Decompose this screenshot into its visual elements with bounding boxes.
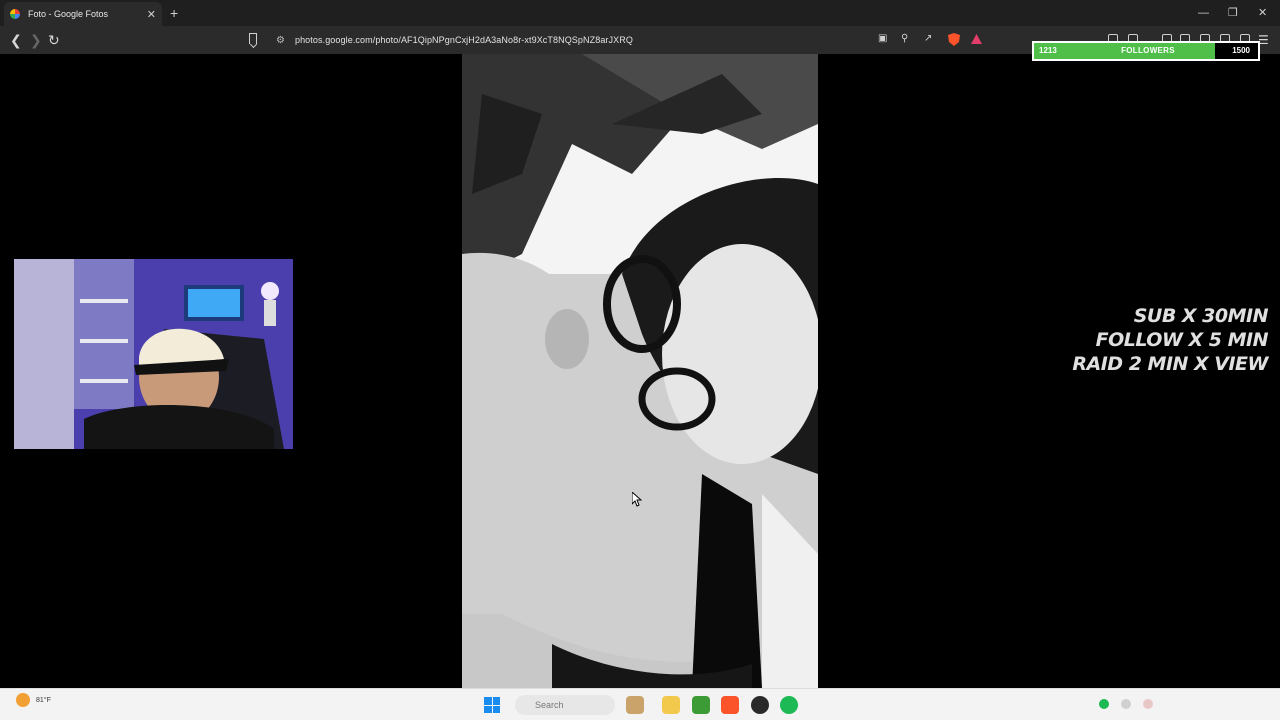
window-close-icon[interactable]: ✕: [1258, 4, 1267, 22]
tray-app-icon[interactable]: [1121, 699, 1131, 709]
webcam-image: [14, 259, 293, 449]
forward-icon[interactable]: ❯: [30, 31, 42, 49]
brave-shield-icon[interactable]: [948, 33, 960, 46]
minecraft-icon[interactable]: [692, 696, 710, 714]
tray-mic-icon[interactable]: [1143, 699, 1153, 709]
cast-icon[interactable]: ▣: [878, 32, 887, 46]
rule-raid: RAID 2 MIN X VIEW: [1072, 353, 1268, 375]
new-tab-button[interactable]: +: [170, 4, 178, 22]
obs-icon[interactable]: [751, 696, 769, 714]
brave-rewards-icon[interactable]: [971, 34, 982, 44]
tab-title: Foto - Google Fotos: [28, 9, 109, 19]
weather-widget[interactable]: 81°F: [16, 693, 51, 707]
tab-google-photos[interactable]: Foto - Google Fotos ✕: [4, 2, 162, 26]
restore-icon[interactable]: ❐: [1228, 4, 1238, 22]
screen: Foto - Google Fotos ✕ + — ❐ ✕ ❮ ❯ ↻ ⚙ ph…: [0, 0, 1280, 720]
site-settings-icon[interactable]: ⚙: [276, 35, 285, 46]
file-explorer-icon[interactable]: [662, 696, 680, 714]
weather-temp: 81°F: [36, 696, 51, 704]
subathon-rules: SUB X 30MIN FOLLOW X 5 MIN RAID 2 MIN X …: [1072, 304, 1268, 376]
taskbar: 81°F Search: [0, 688, 1280, 720]
weather-icon: [16, 693, 30, 707]
bookmark-icon[interactable]: [249, 33, 257, 44]
goal-label: FOLLOWERS: [1121, 46, 1175, 55]
brave-browser-icon[interactable]: [721, 696, 739, 714]
photo-viewer-image[interactable]: [462, 54, 818, 688]
rule-sub: SUB X 30MIN: [1133, 305, 1269, 327]
photo-selfie: [462, 54, 818, 688]
tab-strip: Foto - Google Fotos ✕ + — ❐ ✕: [0, 0, 1280, 26]
zoom-icon[interactable]: ⚲: [901, 32, 908, 46]
mouse-cursor-icon: [632, 492, 642, 507]
tab-close-icon[interactable]: ✕: [147, 8, 156, 21]
google-photos-icon: [10, 9, 20, 19]
goal-target: 1500: [1232, 46, 1250, 55]
rule-follow: FOLLOW X 5 MIN: [1095, 329, 1269, 351]
share-icon[interactable]: ↗: [924, 32, 932, 46]
tray-spotify-icon[interactable]: [1099, 699, 1109, 709]
back-icon[interactable]: ❮: [10, 31, 22, 49]
start-button[interactable]: [484, 697, 500, 713]
minimize-icon[interactable]: —: [1198, 4, 1209, 22]
taskbar-search[interactable]: Search: [515, 695, 615, 715]
taskbar-search-text: Search: [535, 700, 564, 710]
taskbar-app-icon[interactable]: [626, 696, 644, 714]
reload-icon[interactable]: ↻: [48, 31, 60, 49]
windows-logo-icon: [484, 697, 492, 705]
webcam-feed: [14, 259, 293, 449]
url-text: photos.google.com/photo/AF1QipNPgnCxjH2d…: [294, 35, 633, 45]
spotify-icon[interactable]: [780, 696, 798, 714]
followers-goal-bar: 1213 FOLLOWERS 1500: [1032, 41, 1260, 61]
